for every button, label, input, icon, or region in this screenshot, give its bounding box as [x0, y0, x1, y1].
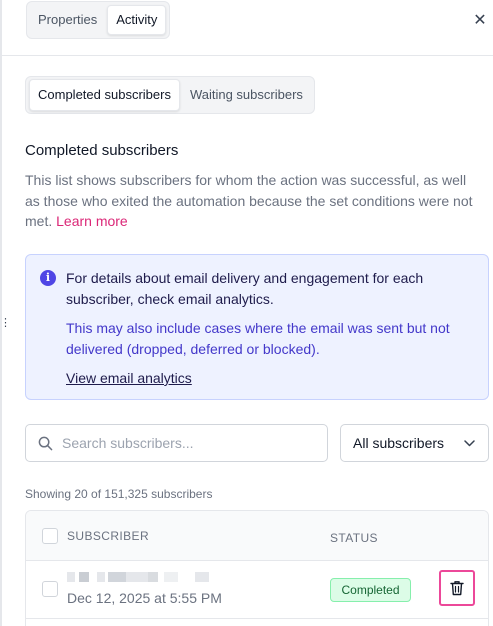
info-callout: i For details about email delivery and e… [25, 254, 489, 400]
learn-more-link[interactable]: Learn more [56, 213, 128, 229]
tab-completed-subscribers[interactable]: Completed subscribers [29, 79, 180, 111]
info-text-primary: For details about email delivery and eng… [66, 270, 424, 307]
filter-selected-value: All subscribers [353, 435, 445, 451]
status-badge: Completed [330, 578, 411, 602]
table-row: Dec 12, 2025 at 5:55 PM Completed [26, 561, 488, 619]
row-date: Dec 12, 2025 at 5:55 PM [67, 590, 222, 606]
subscriber-tabs: Completed subscribers Waiting subscriber… [25, 76, 315, 114]
select-all-checkbox[interactable] [42, 528, 58, 544]
view-email-analytics-link[interactable]: View email analytics [66, 368, 192, 388]
search-icon [38, 436, 53, 451]
subscriber-filter-select[interactable]: All subscribers [340, 424, 489, 462]
section-title: Completed subscribers [25, 142, 179, 159]
info-circle-icon: i [40, 270, 56, 286]
results-count: Showing 20 of 151,325 subscribers [25, 487, 213, 501]
close-icon[interactable]: ✕ [471, 11, 489, 29]
row-checkbox[interactable] [42, 581, 58, 597]
left-panel-edge [0, 0, 2, 626]
section-description: This list shows subscribers for whom the… [25, 170, 480, 232]
tab-activity[interactable]: Activity [107, 5, 167, 35]
trash-icon [450, 581, 464, 596]
subscribers-table: SUBSCRIBER STATUS Dec 12, 2025 at 5:55 P… [25, 510, 489, 626]
panel-tabs: Properties Activity [26, 1, 171, 39]
panel-header: Properties Activity ✕ [2, 0, 493, 56]
redacted-email [67, 572, 209, 582]
delete-button[interactable] [439, 570, 475, 606]
column-header-subscriber: SUBSCRIBER [67, 529, 150, 543]
chevron-down-icon [464, 440, 475, 447]
search-box[interactable] [25, 424, 328, 462]
tab-properties[interactable]: Properties [30, 6, 105, 34]
info-text-secondary: This may also include cases where the em… [66, 320, 450, 357]
table-header: SUBSCRIBER STATUS [26, 511, 488, 561]
column-header-status: STATUS [330, 531, 378, 545]
drag-handle-icon[interactable]: ⋮ [0, 316, 11, 329]
tab-waiting-subscribers[interactable]: Waiting subscribers [182, 80, 311, 110]
search-input[interactable] [62, 433, 317, 453]
